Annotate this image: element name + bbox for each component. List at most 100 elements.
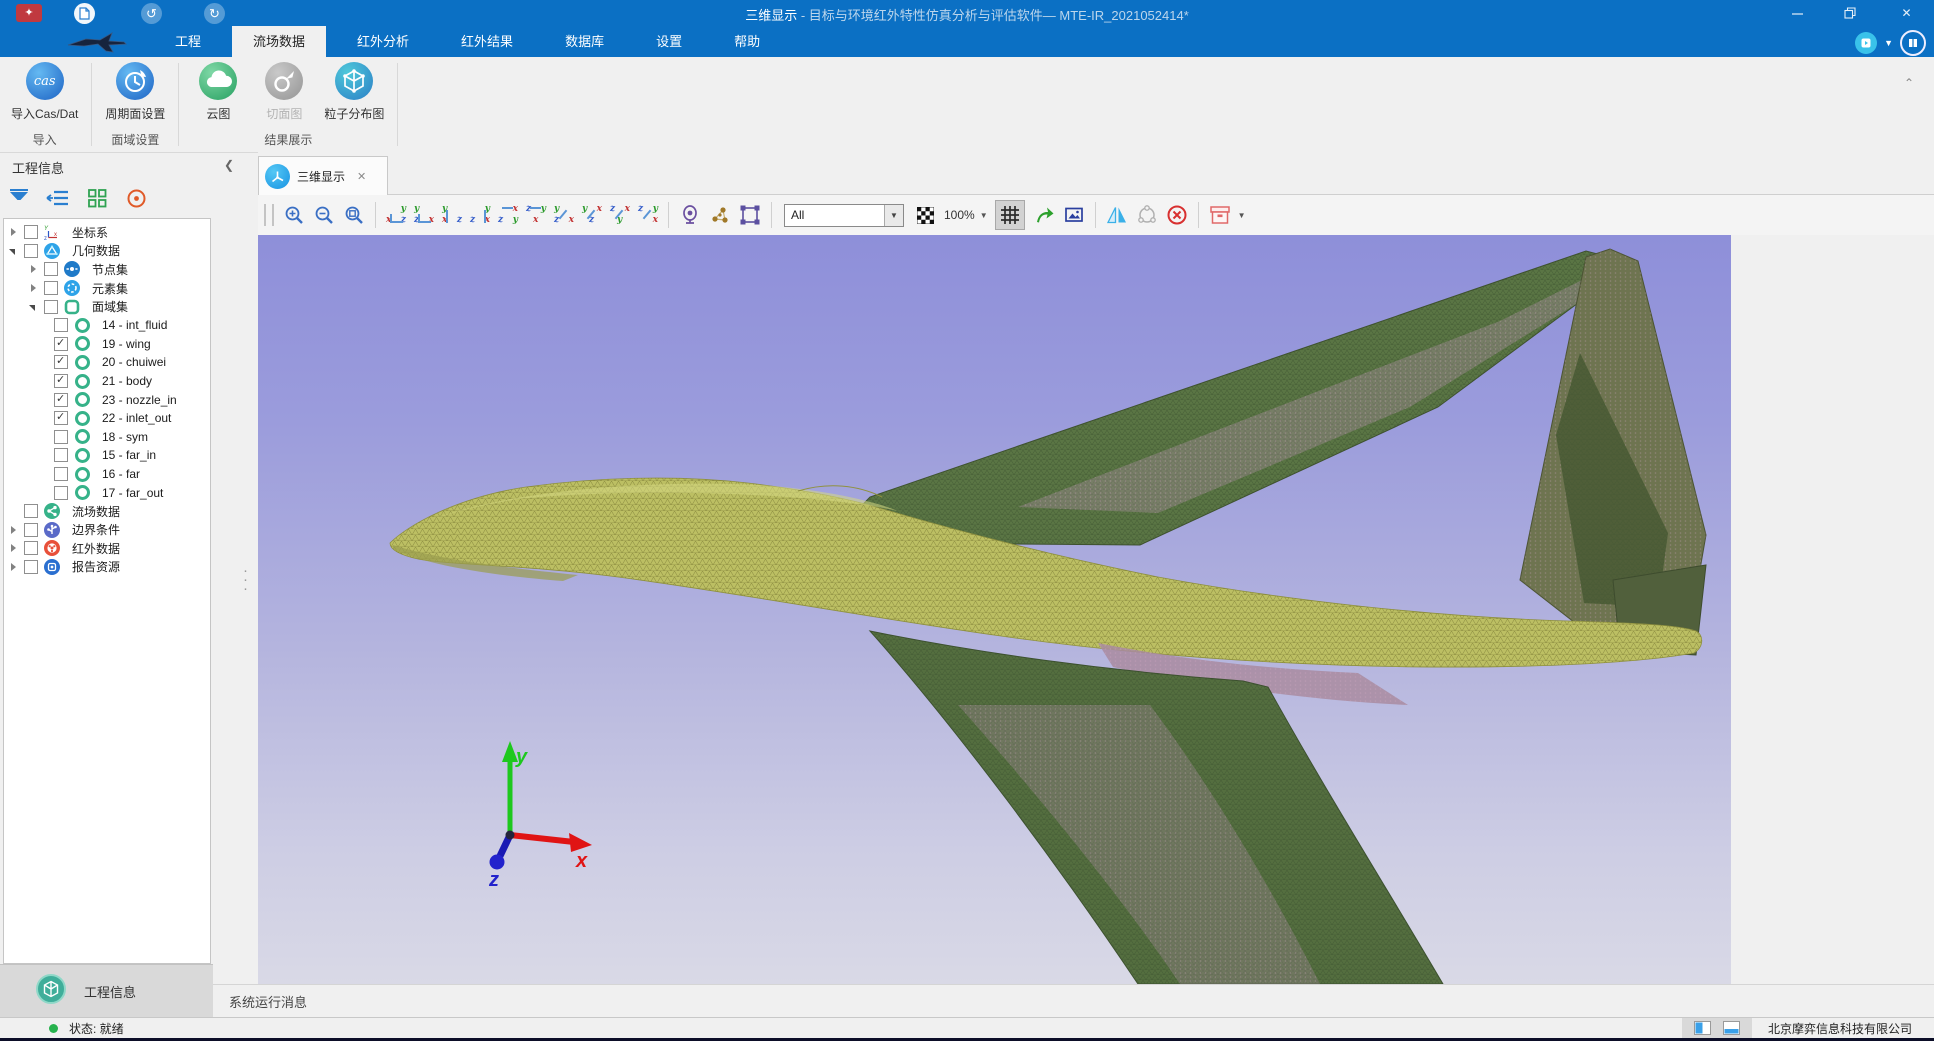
archive-box-icon[interactable]	[1207, 202, 1233, 228]
tree-item-boundary-conditions[interactable]: 边界条件	[4, 521, 210, 540]
orbit-nodes-icon[interactable]	[1134, 202, 1160, 228]
tab-3d-display[interactable]: 三维显示 ✕	[258, 156, 388, 195]
tree-item-int-fluid[interactable]: 14 - int_fluid	[4, 316, 210, 335]
chevron-down-icon[interactable]: ▼	[1884, 38, 1893, 48]
view-iso2-icon[interactable]: yxz	[581, 205, 603, 225]
ribbon-collapse-icon[interactable]: ⌃	[1904, 76, 1914, 90]
minimize-button[interactable]	[1775, 0, 1820, 26]
maximize-button[interactable]	[1827, 0, 1872, 26]
tree-item-element-set[interactable]: 元素集	[4, 279, 210, 298]
menu-item-settings[interactable]: 设置	[635, 26, 703, 57]
grid-toggle-button[interactable]	[995, 200, 1025, 230]
zoom-out-icon[interactable]	[311, 202, 337, 228]
expander-icon[interactable]	[28, 282, 40, 294]
menu-item-help[interactable]: 帮助	[713, 26, 781, 57]
ribbon-button-periodic-face[interactable]: 周期面设置	[98, 60, 172, 129]
checkbox[interactable]	[24, 541, 38, 555]
ribbon-button-import-cas[interactable]: cas 导入Cas/Dat	[4, 60, 85, 129]
mirror-icon[interactable]	[1104, 202, 1130, 228]
tree-item-flow-data[interactable]: 流场数据	[4, 502, 210, 521]
tree-item-geometry-data[interactable]: 几何数据	[4, 242, 210, 261]
checkbox[interactable]	[54, 374, 68, 388]
tree-item-far-in[interactable]: 15 - far_in	[4, 446, 210, 465]
tree-item-far-out[interactable]: 17 - far_out	[4, 483, 210, 502]
combo-arrow-icon[interactable]: ▼	[884, 205, 903, 226]
checkbox[interactable]	[54, 355, 68, 369]
view-front-icon[interactable]: yxz	[385, 205, 407, 225]
target-icon[interactable]	[123, 186, 149, 210]
menu-item-flow-data[interactable]: 流场数据	[232, 26, 326, 57]
tree-item-node-set[interactable]: 节点集	[4, 260, 210, 279]
menu-item-database[interactable]: 数据库	[544, 26, 625, 57]
view-iso1-icon[interactable]: yzx	[553, 205, 575, 225]
view-right-icon[interactable]: yzx	[469, 205, 491, 225]
checkbox[interactable]	[44, 281, 58, 295]
panel-collapse-icon[interactable]: ❮	[224, 158, 234, 172]
view-bottom-icon[interactable]: zyx	[525, 205, 547, 225]
checkbox[interactable]	[54, 318, 68, 332]
ribbon-button-cloud-map[interactable]: 云图	[185, 60, 251, 129]
checkbox[interactable]	[44, 300, 58, 314]
probe-camera-icon[interactable]	[677, 202, 703, 228]
layout-left-icon[interactable]	[1694, 1021, 1711, 1035]
menu-item-project[interactable]: 工程	[154, 26, 222, 57]
zoom-level-caret-icon[interactable]: ▼	[980, 211, 988, 220]
zoom-level-value[interactable]: 100%	[944, 208, 975, 222]
menu-item-ir-analysis[interactable]: 红外分析	[336, 26, 430, 57]
undo-icon[interactable]: ↺	[141, 3, 162, 24]
tree-item-sym[interactable]: 18 - sym	[4, 428, 210, 447]
tree-item-far[interactable]: 16 - far	[4, 465, 210, 484]
zoom-in-icon[interactable]	[281, 202, 307, 228]
export-share-icon[interactable]	[1031, 202, 1057, 228]
checkbox[interactable]	[54, 430, 68, 444]
tree-item-report-resources[interactable]: 报告资源	[4, 558, 210, 577]
redo-icon[interactable]: ↻	[204, 3, 225, 24]
app-icon[interactable]: ✦	[16, 4, 42, 22]
checkbox[interactable]	[54, 393, 68, 407]
theme-icon[interactable]	[1855, 32, 1877, 54]
checkbox[interactable]	[24, 504, 38, 518]
toolbar-drag-handle[interactable]	[264, 204, 274, 226]
expander-icon[interactable]	[8, 245, 20, 257]
panel-footer[interactable]: 工程信息	[0, 964, 213, 1017]
tree-item-chuiwei[interactable]: 20 - chuiwei	[4, 353, 210, 372]
tree-item-face-set[interactable]: 面域集	[4, 297, 210, 316]
tree-item-coordinate-system[interactable]: Yzx 坐标系	[4, 223, 210, 242]
checkbox[interactable]	[24, 225, 38, 239]
tree-item-infrared-data[interactable]: 红外数据	[4, 539, 210, 558]
cancel-icon[interactable]	[1164, 202, 1190, 228]
checkbox[interactable]	[54, 486, 68, 500]
collapse-all-icon[interactable]	[45, 186, 71, 210]
checkbox[interactable]	[54, 448, 68, 462]
archive-caret-icon[interactable]: ▼	[1238, 211, 1246, 220]
checkbox[interactable]	[24, 244, 38, 258]
tab-close-icon[interactable]: ✕	[357, 170, 366, 183]
view-top-icon[interactable]: xzy	[497, 205, 519, 225]
tree-item-body[interactable]: 21 - body	[4, 372, 210, 391]
view-iso4-icon[interactable]: zyx	[637, 205, 659, 225]
checkbox[interactable]	[54, 467, 68, 481]
view-left-icon[interactable]: yxz	[441, 205, 463, 225]
menu-item-ir-result[interactable]: 红外结果	[440, 26, 534, 57]
checkbox[interactable]	[24, 560, 38, 574]
expander-icon[interactable]	[28, 263, 40, 275]
box-select-icon[interactable]	[737, 202, 763, 228]
ribbon-button-particle-map[interactable]: 粒子分布图	[317, 60, 391, 129]
checkbox[interactable]	[24, 523, 38, 537]
filter-icon[interactable]	[6, 186, 32, 210]
view-iso3-icon[interactable]: zxy	[609, 205, 631, 225]
viewport-3d[interactable]: y x z	[258, 235, 1731, 984]
expander-icon[interactable]	[8, 226, 20, 238]
expander-icon[interactable]	[8, 524, 20, 536]
expander-icon[interactable]	[28, 301, 40, 313]
close-button[interactable]: ✕	[1879, 0, 1934, 26]
splitter-handle[interactable]: ···	[243, 566, 248, 593]
checkbox[interactable]	[54, 337, 68, 351]
checkbox[interactable]	[54, 411, 68, 425]
zoom-fit-icon[interactable]	[341, 202, 367, 228]
transparency-checker-icon[interactable]	[912, 202, 938, 228]
tree-item-nozzle-in[interactable]: 23 - nozzle_in	[4, 390, 210, 409]
particles-icon[interactable]	[707, 202, 733, 228]
snapshot-image-icon[interactable]	[1061, 202, 1087, 228]
display-filter-select[interactable]: All ▼	[784, 204, 904, 227]
